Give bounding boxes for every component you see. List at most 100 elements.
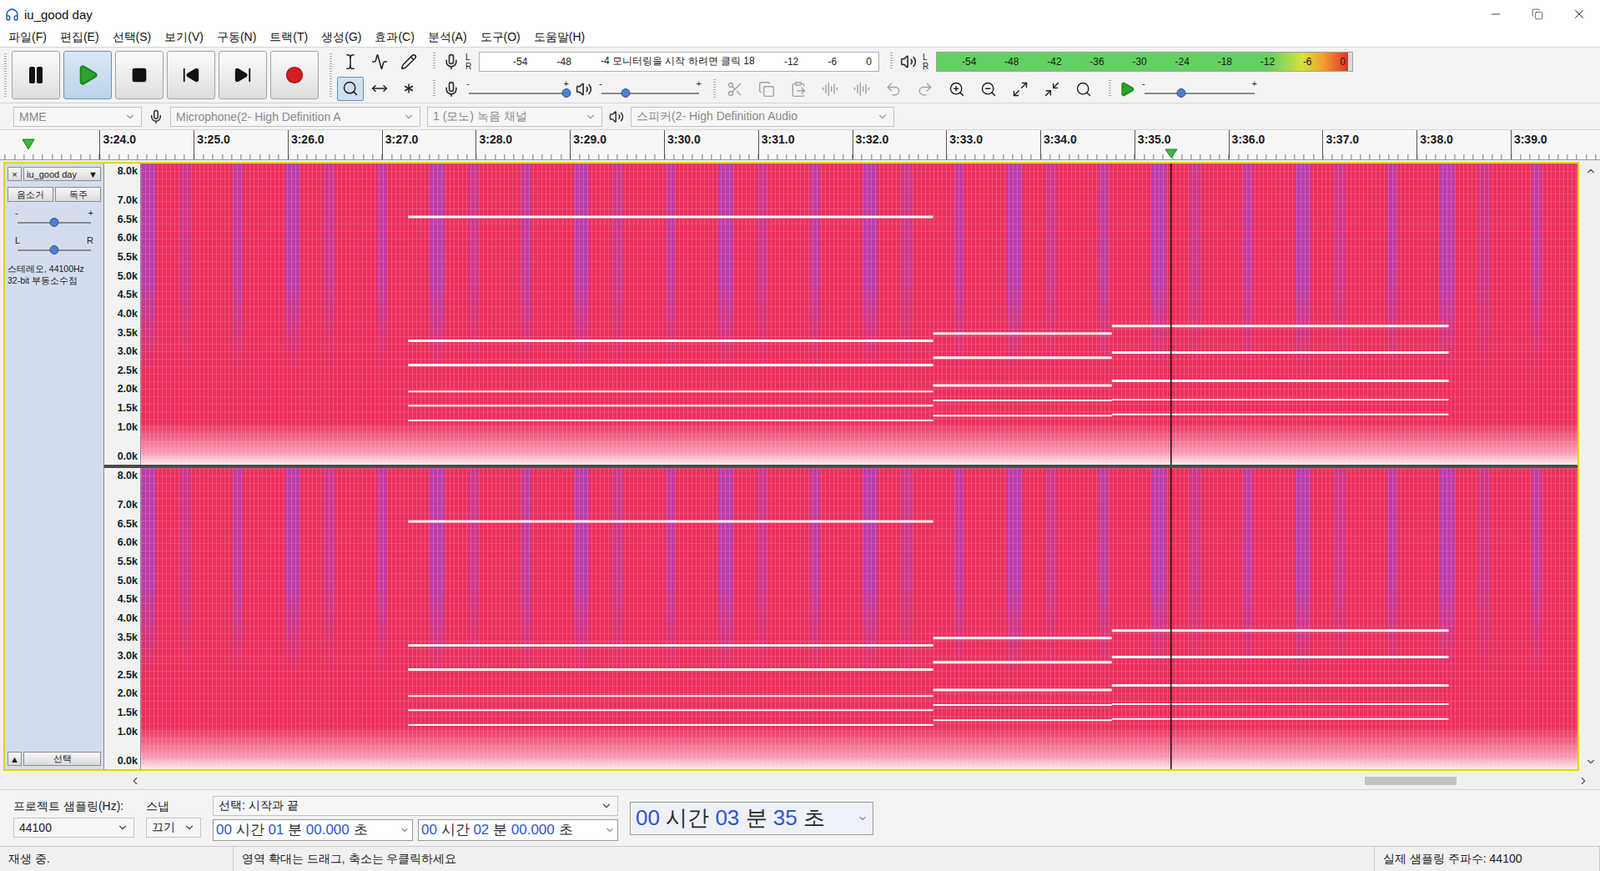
slider-thumb[interactable] [1176, 88, 1186, 98]
menu-item[interactable]: 파일(F) [1, 30, 54, 46]
audio-track[interactable]: ×iu_good day▼ 음소거독주 -+ LR 스테레오, 44100Hz32-bi… [3, 161, 1580, 771]
record-meter[interactable]: -54-48-4 모니터링을 시작 하려면 클릭 18-12-60 [478, 51, 880, 72]
select-tool-button[interactable] [337, 50, 364, 75]
stop-button[interactable] [115, 50, 164, 100]
copy-icon [758, 80, 775, 98]
skip-end-button[interactable] [218, 50, 267, 100]
record-button[interactable] [270, 50, 319, 100]
pause-button[interactable] [11, 50, 61, 100]
playback-volume-icon [575, 80, 593, 98]
play-button[interactable] [63, 50, 112, 100]
fit-selection-icon [1011, 80, 1029, 98]
close-button[interactable] [1558, 0, 1600, 29]
track-toggle-button[interactable]: 독주 [55, 186, 101, 202]
cut-button[interactable] [720, 77, 750, 101]
skip-start-button[interactable] [166, 50, 216, 100]
playback-meter[interactable]: -54-48-42-36-30-24-18-12-60 [935, 51, 1354, 72]
scroll-thumb[interactable] [1364, 776, 1457, 785]
menu-item[interactable]: 분석(A) [421, 30, 474, 46]
frequency-label: 0.0k [117, 450, 138, 463]
input-device-dropdown[interactable]: Microphone(2- High Definition A [170, 106, 421, 127]
track-name-menu[interactable]: iu_good day▼ [23, 166, 101, 182]
slider-thumb[interactable] [50, 217, 60, 227]
scroll-left-icon [129, 774, 141, 787]
zoom-in-button[interactable] [942, 77, 972, 101]
draw-tool-button[interactable] [395, 50, 423, 75]
horizontal-scrollbar[interactable] [129, 774, 1590, 787]
slider-thumb[interactable] [621, 88, 631, 98]
silence-button[interactable] [847, 77, 876, 101]
spectrogram[interactable] [140, 163, 1578, 465]
playhead-marker-icon[interactable] [1164, 148, 1178, 159]
track-select-button[interactable]: 선택 [23, 751, 101, 766]
audio-position-display[interactable]: 00 시간 03 분 35 초 [629, 801, 874, 836]
selection-start-field[interactable]: 00 시간 01 분 00.000 초 [212, 819, 413, 841]
redo-button[interactable] [910, 77, 940, 101]
frequency-label: 7.0k [117, 498, 138, 511]
selection-end-field[interactable]: 00 시간 02 분 00.000 초 [417, 819, 619, 841]
zoom-out-button[interactable] [974, 77, 1003, 101]
menu-item[interactable]: 도움말(H) [527, 30, 592, 46]
playback-meter-channels: LR [922, 52, 933, 71]
track-gain-slider[interactable]: -+ [14, 207, 95, 230]
copy-button[interactable] [752, 77, 781, 101]
frequency-label: 1.5k [117, 706, 138, 719]
tools-toolbar [325, 47, 429, 103]
track-info: 스테레오, 44100Hz32-bit 부동소수점 [7, 262, 101, 287]
restore-button[interactable] [1516, 0, 1559, 29]
spectrogram[interactable] [140, 467, 1578, 770]
input-device-icon [148, 109, 164, 125]
timeshift-tool-button[interactable] [366, 76, 393, 101]
play-at-speed-button[interactable] [1116, 78, 1138, 101]
host-device-dropdown[interactable]: MME [13, 106, 142, 127]
menu-item[interactable]: 구동(N) [210, 30, 263, 46]
paste-button[interactable] [784, 77, 813, 101]
undo-button[interactable] [879, 77, 908, 101]
record-volume-slider[interactable]: -+ [465, 78, 570, 101]
timeline-ruler[interactable]: 3:24.03:25.03:26.03:27.03:28.03:29.03:30… [0, 130, 1600, 161]
frequency-label: 2.5k [117, 669, 138, 681]
menu-item[interactable]: 도구(O) [473, 30, 528, 46]
play-at-speed-toolbar: -+ [1104, 78, 1265, 101]
zoom-toggle-button[interactable] [1069, 77, 1098, 101]
track-toggle-button[interactable]: 음소거 [7, 186, 54, 202]
dropdown-arrow-icon [876, 110, 889, 123]
project-rate-dropdown[interactable]: 44100 [13, 817, 135, 838]
multi-tool-button[interactable] [395, 76, 423, 101]
menu-item[interactable]: 트랙(T) [262, 30, 315, 46]
fit-selection-button[interactable] [1006, 77, 1035, 101]
status-state: 재생 중. [0, 846, 234, 871]
zoom-tool-button[interactable] [337, 76, 364, 101]
menu-item[interactable]: 편집(E) [53, 30, 106, 46]
selection-toolbar: 프로젝트 샘플링(Hz):44100스냅끄기선택: 시작과 끝00 시간 01 … [0, 789, 1600, 846]
slider-thumb[interactable] [562, 88, 572, 98]
playback-volume-slider[interactable]: -+ [598, 78, 703, 101]
trim-button[interactable] [815, 77, 845, 101]
track-close-button[interactable]: × [7, 166, 22, 182]
selection-mode-dropdown[interactable]: 선택: 시작과 끝 [212, 795, 619, 816]
menu-item[interactable]: 보기(V) [157, 30, 211, 46]
play-speed-slider[interactable]: -+ [1141, 78, 1258, 101]
minimize-button[interactable] [1474, 0, 1517, 29]
output-device-dropdown[interactable]: 스피커(2- High Definition Audio [630, 106, 895, 127]
harmonic-line [1111, 628, 1450, 632]
time-format-arrow-icon [399, 825, 410, 836]
snap-dropdown[interactable]: 끄기 [145, 817, 202, 838]
track-collapse-button[interactable]: ▲ [7, 751, 22, 766]
track-area: ×iu_good day▼ 음소거독주 -+ LR 스테레오, 44100Hz32-bi… [0, 160, 1600, 773]
menu-item[interactable]: 선택(S) [105, 30, 159, 46]
zoom-in-icon [948, 80, 966, 98]
track-pan-slider[interactable]: LR [14, 235, 95, 257]
menu-item[interactable]: 생성(G) [314, 30, 368, 46]
harmonic-line [933, 688, 1112, 691]
vertical-scrollbar[interactable] [1582, 161, 1600, 771]
fit-project-icon [1043, 80, 1061, 98]
menu-item[interactable]: 효과(C) [367, 30, 421, 46]
channels-device-dropdown[interactable]: 1 (모노) 녹음 채널 [427, 106, 603, 127]
transport-toolbar [0, 47, 326, 103]
cut-icon [726, 80, 744, 98]
fit-project-button[interactable] [1037, 77, 1067, 101]
status-hint: 영역 확대는 드래그, 축소는 우클릭하세요 [233, 846, 1375, 871]
envelope-tool-button[interactable] [366, 50, 393, 75]
slider-thumb[interactable] [50, 245, 60, 255]
